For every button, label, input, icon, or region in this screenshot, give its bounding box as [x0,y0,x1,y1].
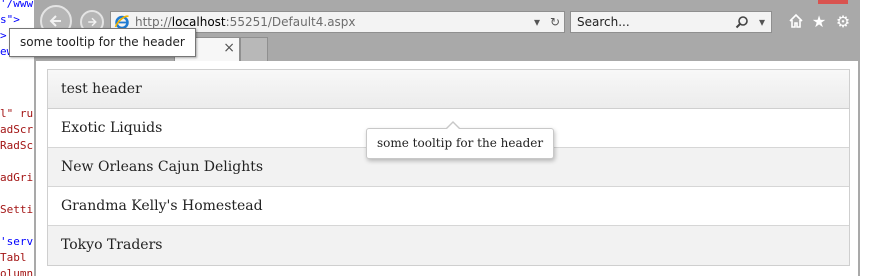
refresh-icon[interactable]: ↻ [546,15,564,29]
dropdown-icon[interactable]: ▾ [528,15,546,29]
header-tooltip: some tooltip for the header [366,121,555,159]
code-line: olumn [0,267,34,276]
code-line: adScr [0,123,34,136]
code-line: > [0,29,7,42]
data-grid: test header Exotic Liquids New Orleans C… [47,69,850,266]
url-text[interactable]: http://localhost:55251/Default4.aspx [135,15,528,29]
close-icon[interactable]: × [223,40,235,56]
tooltip-text: some tooltip for the header [377,136,544,150]
table-row[interactable]: Grandma Kelly's Homestead [48,187,849,226]
code-line: l" ru [0,107,34,120]
grid-header[interactable]: test header [48,70,849,109]
code-line: s"> [0,13,20,26]
url-scheme: http:// [135,15,172,29]
tooltip-arrow-inner [446,123,460,130]
right-edge-strip [860,0,877,276]
search-input[interactable]: Search... [571,15,735,29]
search-box[interactable]: Search... ▾ [570,11,772,33]
code-line: 'serv [0,235,34,248]
star-icon[interactable]: ★ [809,11,829,31]
code-line: RadSc [0,139,34,152]
page-content: test header Exotic Liquids New Orleans C… [36,61,858,276]
back-arrow-icon [49,15,61,27]
forward-arrow-icon [88,17,97,27]
code-line: '/www [0,0,34,10]
code-line: adGri [0,171,34,184]
code-line: Tabl [0,251,27,264]
magnifier-icon[interactable] [735,15,749,29]
home-icon[interactable] [786,11,806,31]
dropdown-icon[interactable]: ▾ [753,15,771,29]
new-tab-button[interactable] [240,37,268,61]
url-path: :55251/Default4.aspx [225,15,356,29]
window-close-accent[interactable] [818,0,848,4]
table-row[interactable]: Tokyo Traders [48,226,849,265]
gear-icon[interactable]: ⚙ [833,11,853,31]
code-line: Setti [0,203,34,216]
header-tooltip-native: some tooltip for the header [9,28,196,57]
url-host: localhost [171,15,226,29]
